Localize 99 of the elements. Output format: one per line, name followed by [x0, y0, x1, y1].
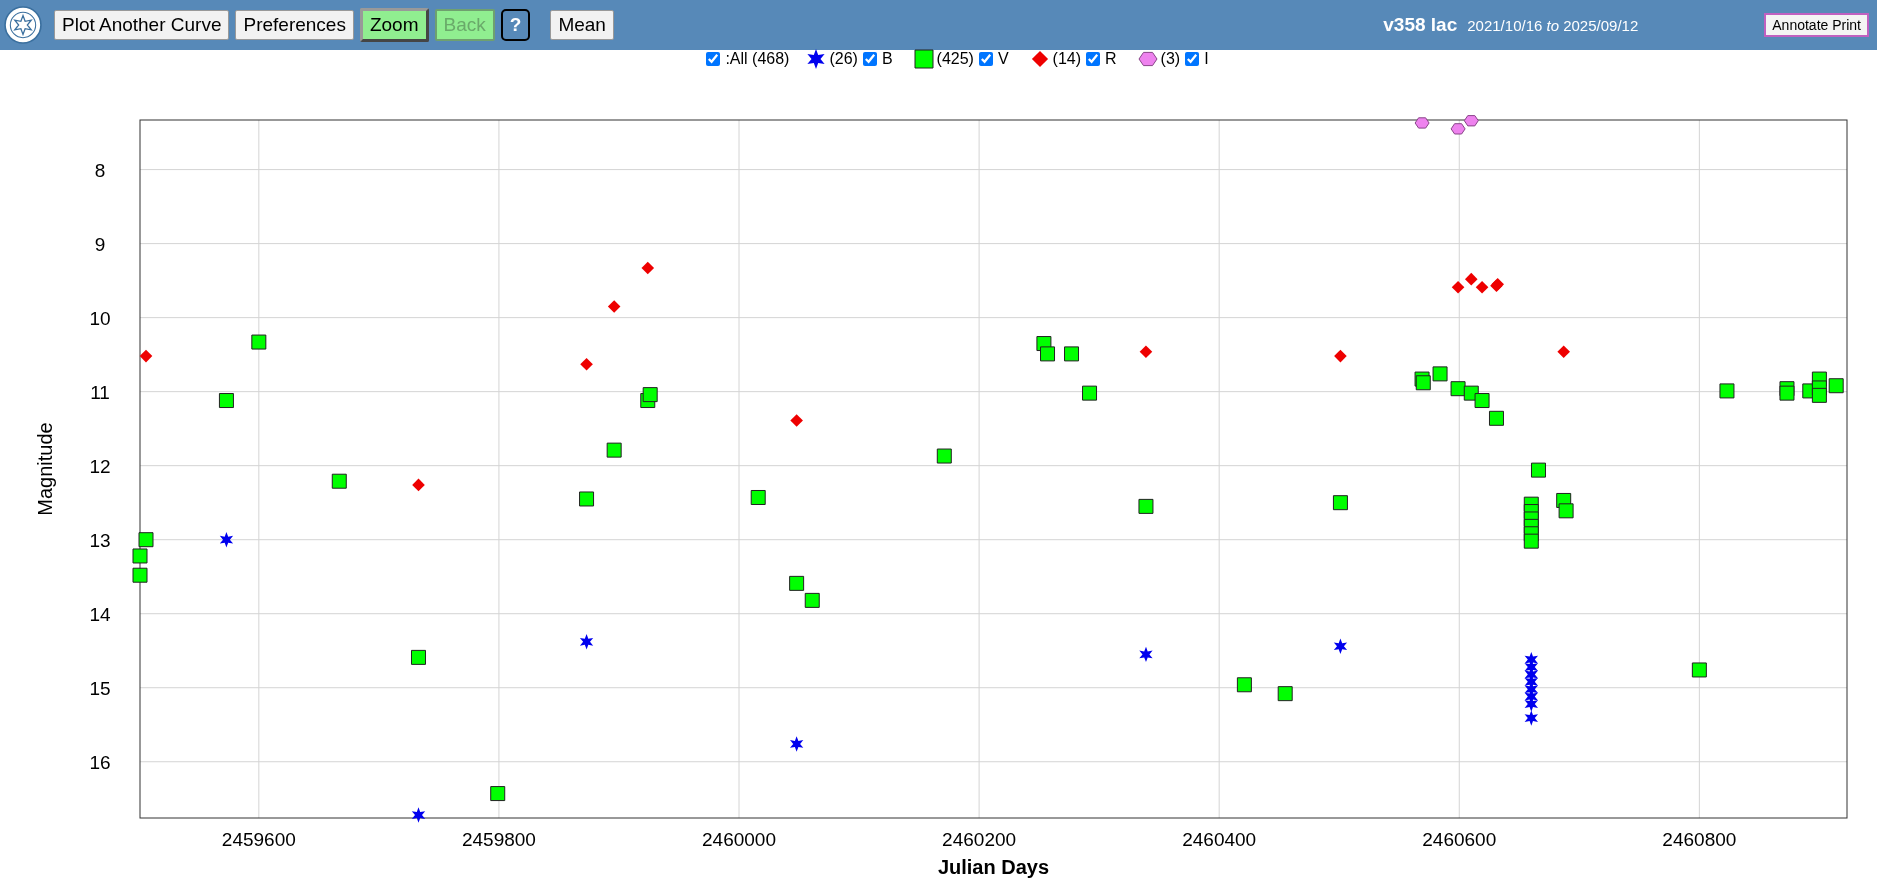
- axis-tick-label: 14: [89, 603, 111, 625]
- data-point: [1557, 345, 1570, 358]
- data-point: [1333, 638, 1348, 654]
- data-point: [606, 442, 622, 458]
- x-axis-label: Julian Days: [937, 856, 1050, 878]
- data-point: [138, 532, 154, 548]
- data-point: [1531, 462, 1546, 478]
- checkbox[interactable]: [978, 52, 993, 66]
- checkbox[interactable]: [1086, 52, 1101, 66]
- data-point: [412, 478, 425, 492]
- data-point: [1432, 366, 1448, 382]
- legend-label: I: [1204, 50, 1209, 68]
- data-point: [579, 491, 595, 507]
- star-logo-icon: [4, 6, 42, 44]
- data-point: [1475, 281, 1489, 294]
- data-point: [490, 786, 506, 802]
- data-point: [411, 649, 426, 665]
- data-point: [642, 387, 658, 403]
- toolbar-button[interactable]: ?: [500, 9, 531, 41]
- axis-tick-label: 13: [89, 529, 111, 551]
- data-point: [1464, 272, 1478, 286]
- legend-count: (14): [1052, 50, 1082, 68]
- axis-tick-label: 16: [89, 751, 111, 773]
- axis-tick-label: 9: [94, 233, 106, 255]
- data-point: [580, 357, 593, 371]
- data-point: [789, 575, 805, 591]
- data-point: [1779, 385, 1795, 401]
- data-point: [411, 807, 426, 823]
- axis-tick-label: 2460400: [1182, 829, 1257, 850]
- data-point: [1082, 385, 1098, 401]
- legend-label: B: [881, 50, 893, 68]
- axis-tick-label: 12: [89, 455, 111, 477]
- data-point: [1523, 533, 1539, 549]
- axis-tick-label: 2459800: [461, 829, 536, 850]
- checkbox[interactable]: [862, 52, 877, 66]
- data-point: [1719, 383, 1735, 399]
- data-point: [1236, 677, 1252, 693]
- toolbar-button[interactable]: Mean: [550, 10, 614, 40]
- data-point: [804, 592, 820, 608]
- axis-tick-label: 8: [94, 159, 106, 181]
- data-point: [1138, 498, 1154, 514]
- data-point: [1524, 710, 1538, 726]
- axis-tick-label: 2460800: [1662, 829, 1737, 850]
- axis-tick-label: 2460200: [942, 829, 1017, 850]
- data-point: [1474, 393, 1490, 409]
- data-point: [790, 736, 804, 752]
- legend-count: (3): [1160, 50, 1181, 68]
- data-point: [1064, 346, 1080, 362]
- data-point: [1463, 115, 1479, 127]
- axis-tick-label: 15: [89, 677, 111, 699]
- legend-label: R: [1105, 50, 1117, 68]
- checkbox[interactable]: [706, 52, 721, 66]
- star-name: v358 lac: [1383, 14, 1458, 36]
- data-point: [1450, 381, 1466, 397]
- legend-label: :All (468): [725, 50, 790, 68]
- axis-tick-label: 11: [90, 381, 110, 403]
- data-point: [251, 334, 267, 350]
- data-point: [1811, 387, 1827, 403]
- data-point: [331, 473, 347, 489]
- data-point: [1451, 281, 1465, 294]
- data-point: [1828, 378, 1844, 394]
- data-point: [1040, 346, 1055, 362]
- axis-tick-label: 10: [89, 307, 111, 329]
- legend-label: V: [997, 50, 1009, 68]
- data-point: [1691, 662, 1707, 678]
- data-point: [790, 414, 803, 427]
- data-point: [1139, 646, 1153, 663]
- axis-tick-label: 2460600: [1422, 829, 1497, 850]
- checkbox[interactable]: [1185, 52, 1200, 66]
- data-point: [1450, 123, 1466, 135]
- data-point: [641, 261, 655, 275]
- data-point: [936, 448, 952, 464]
- data-point: [1332, 495, 1348, 511]
- toolbar-button[interactable]: Preferences: [235, 10, 354, 40]
- data-point: [579, 634, 594, 650]
- date-range: 2021/10/16 to 2025/09/12: [1467, 16, 1639, 34]
- y-axis-label: Magnitude: [34, 422, 56, 516]
- data-point: [218, 393, 234, 409]
- data-point: [1414, 117, 1430, 129]
- axis-tick-label: 2460000: [702, 829, 776, 850]
- data-point: [750, 490, 766, 505]
- data-point: [1489, 410, 1504, 426]
- axis-tick-label: 2459600: [221, 829, 296, 850]
- legend-count: (425): [936, 50, 974, 68]
- data-point: [1524, 696, 1538, 712]
- data-point: [1334, 349, 1347, 363]
- data-point: [219, 532, 234, 548]
- data-point: [1277, 686, 1293, 702]
- data-point: [132, 567, 148, 583]
- data-point: [139, 349, 153, 363]
- data-point: [607, 300, 621, 313]
- data-point: [132, 548, 148, 564]
- data-point: [1558, 503, 1574, 519]
- toolbar-button[interactable]: Plot Another Curve: [54, 10, 230, 40]
- legend-count: (26): [829, 50, 858, 68]
- annotate-print-button[interactable]: Annotate Print: [1764, 13, 1869, 37]
- data-point: [1139, 345, 1153, 358]
- toolbar-button[interactable]: Zoom: [359, 8, 429, 42]
- data-point: [1415, 375, 1431, 391]
